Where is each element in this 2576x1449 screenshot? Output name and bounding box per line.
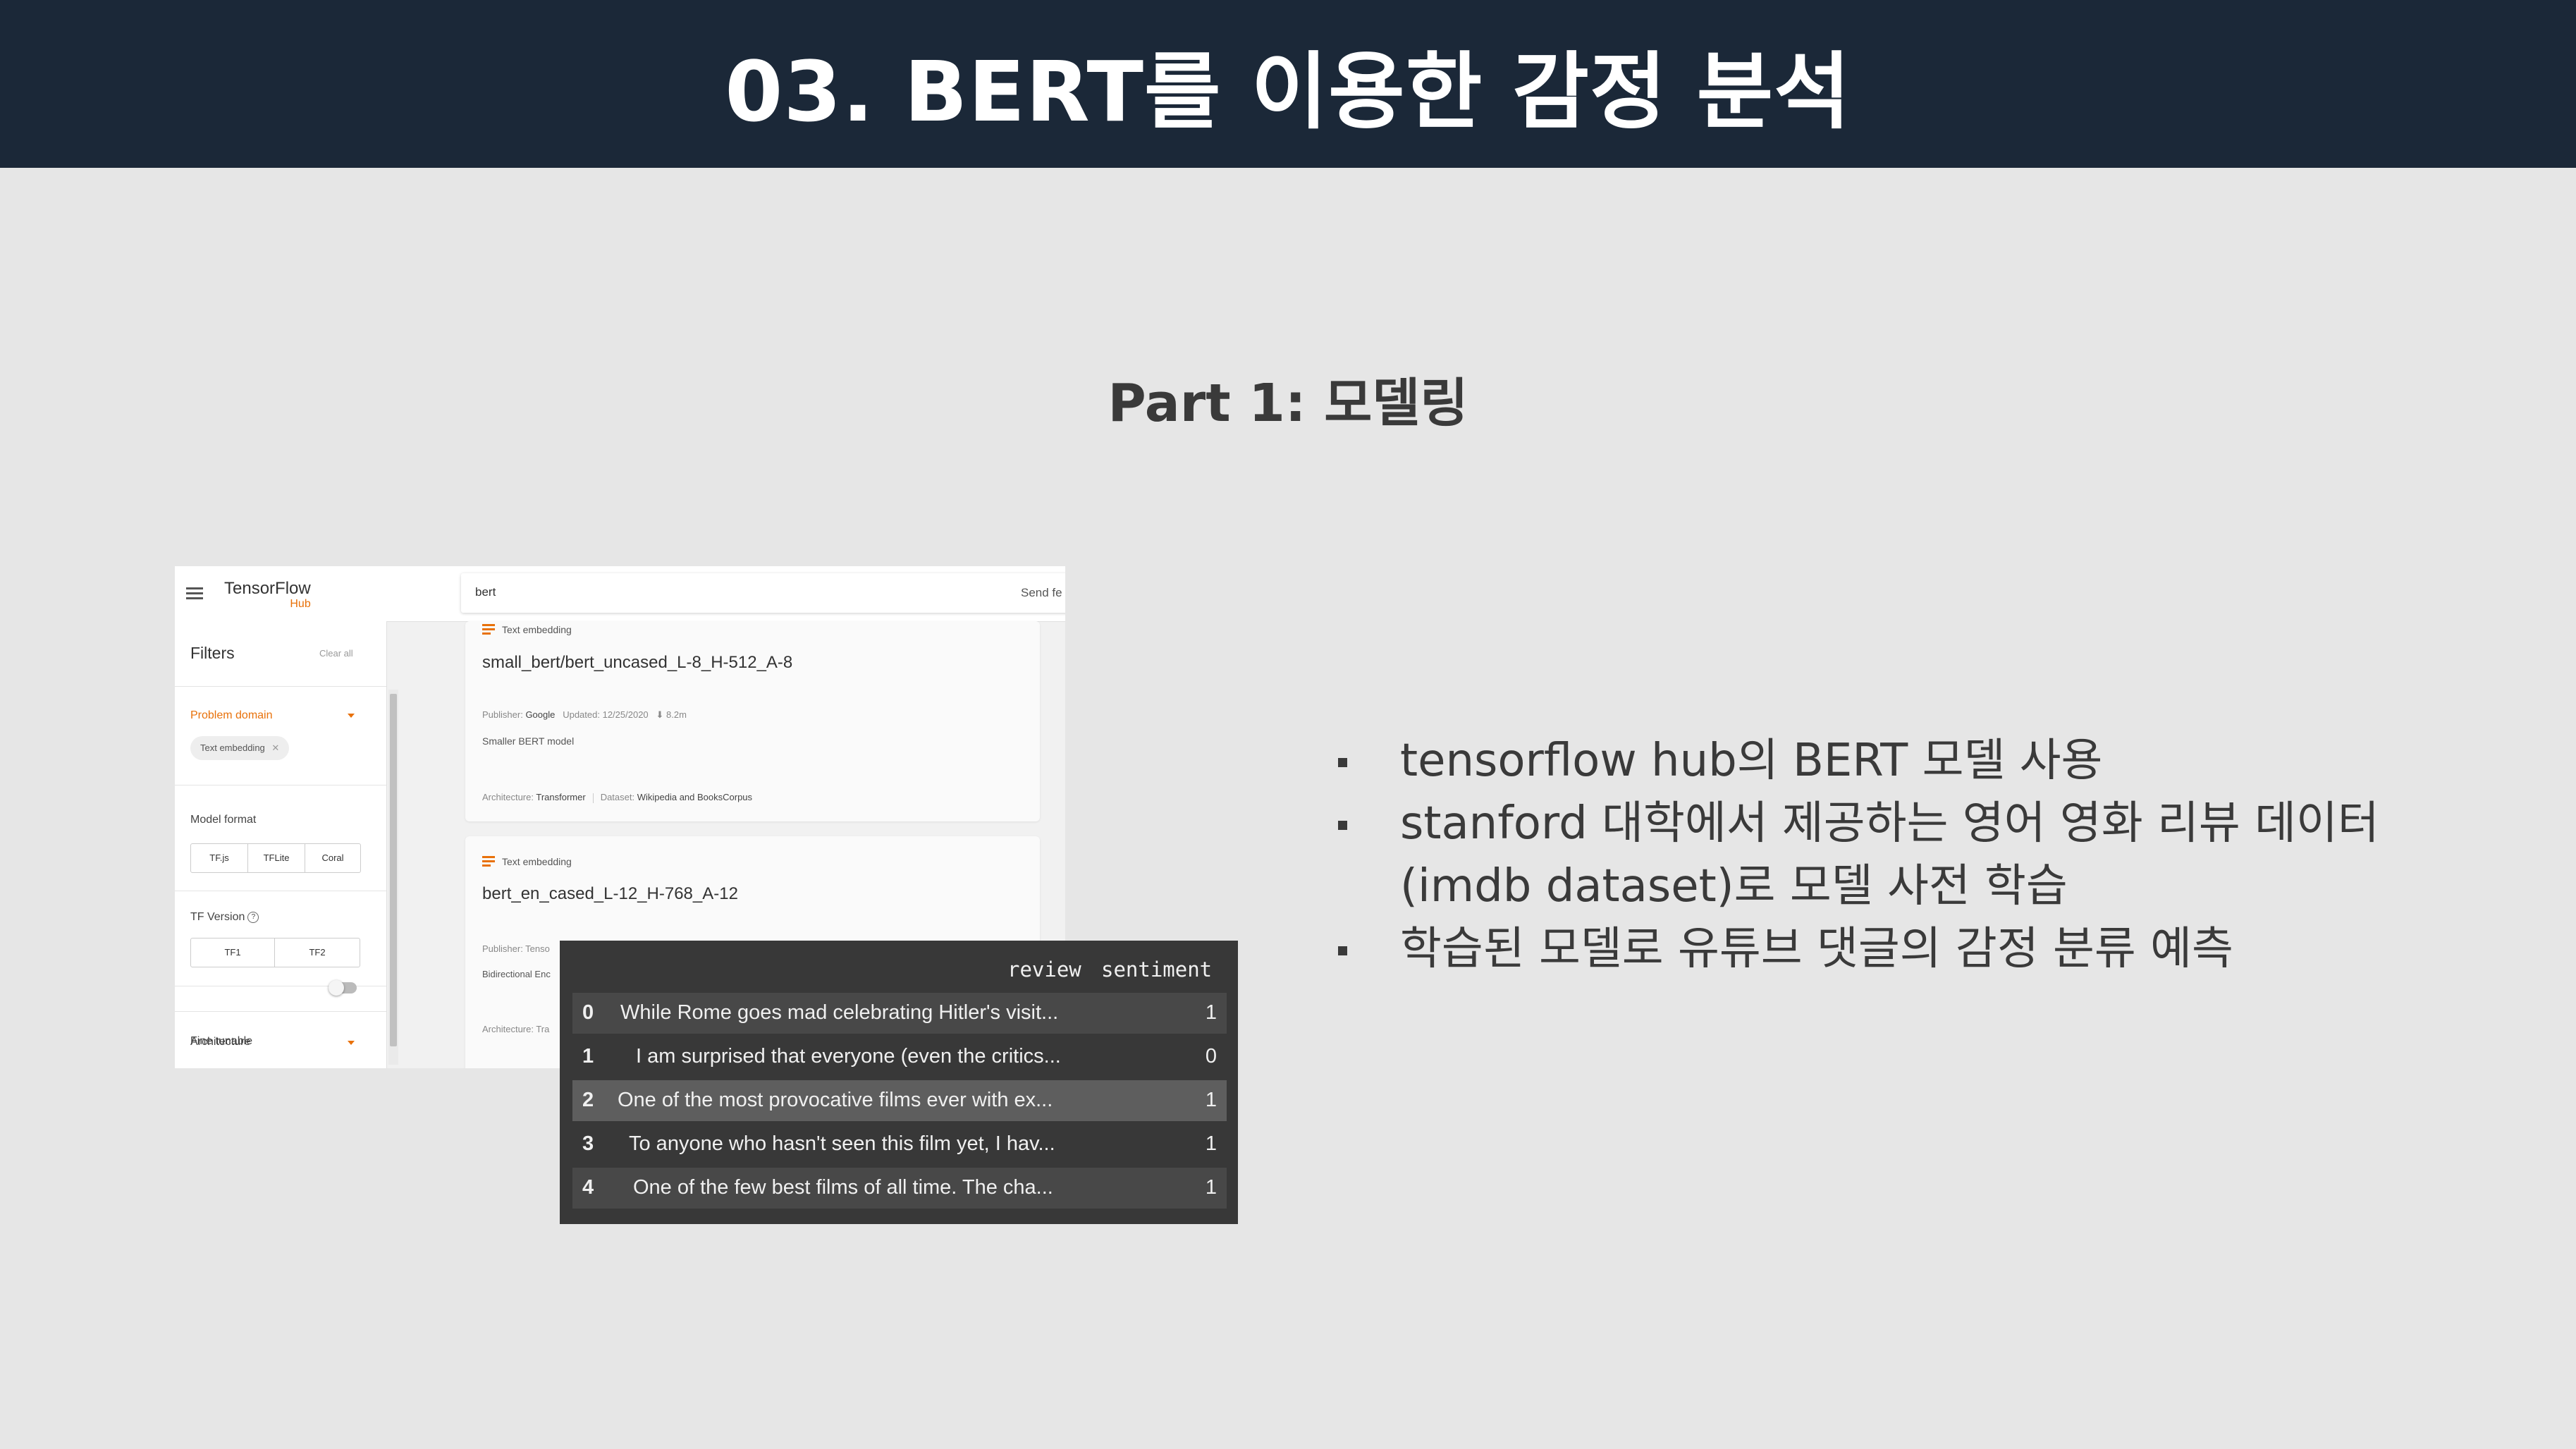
updated-label: Updated:: [563, 709, 600, 720]
bullet-continuation: (imdb dataset)로 모델 사전 학습: [1332, 855, 2531, 918]
sentiment-cell: 1: [1205, 1176, 1217, 1199]
filter-chip[interactable]: Text embedding ✕: [190, 736, 290, 760]
bullet-item: 학습된 모델로 유튜브 댓글의 감정 분류 예측: [1332, 918, 2531, 981]
review-cell: One of the few best films of all time. T…: [633, 1176, 1053, 1199]
row-index: 4: [582, 1176, 594, 1199]
slide-subtitle: Part 1: 모델링: [1108, 373, 1468, 434]
bullet-list: tensorflow hub의 BERT 모델 사용 stanford 대학에서…: [1332, 730, 2531, 981]
card-footer: Architecture: Transformer Dataset: Wikipe…: [482, 792, 752, 803]
bullet-text: 학습된 모델로 유튜브 댓글의 감정 분류 예측: [1400, 923, 2233, 975]
table-row: 0 While Rome goes mad celebrating Hitler…: [572, 993, 1227, 1034]
sidebar-scrollbar[interactable]: [388, 690, 398, 1065]
version-option-tf2[interactable]: TF2: [275, 939, 360, 967]
model-format-toggle: TF.js TFLite Coral: [190, 843, 361, 873]
bullet-marker: [1338, 758, 1347, 767]
column-header-review: review: [1007, 958, 1081, 982]
tf-version-text: TF Version: [190, 911, 245, 923]
card-type: Text embedding: [482, 624, 572, 637]
bullet-marker: [1338, 821, 1347, 830]
row-index: 1: [582, 1045, 594, 1068]
dataframe-output: review sentiment 0 While Rome goes mad c…: [560, 941, 1238, 1224]
card-type-label: Text embedding: [502, 856, 572, 867]
model-title[interactable]: bert_en_cased_L-12_H-768_A-12: [482, 884, 738, 904]
chip-label: Text embedding: [200, 742, 265, 753]
text-embedding-icon: [482, 856, 495, 869]
row-index: 3: [582, 1132, 594, 1155]
filters-heading: Filters: [190, 644, 235, 662]
card-meta: Publisher: Google Updated: 12/25/2020 ⬇ …: [482, 709, 687, 721]
publisher-value: Google: [525, 709, 556, 720]
tfhub-logo[interactable]: TensorFlow Hub: [224, 580, 311, 610]
architecture-label: Architecture:: [482, 792, 534, 802]
scrollbar-thumb[interactable]: [390, 694, 397, 1046]
help-icon[interactable]: ?: [247, 911, 259, 923]
dataset-label: Dataset:: [600, 792, 635, 802]
filters-sidebar: Filters Clear all Problem domain Text em…: [175, 621, 387, 1068]
send-feedback-link[interactable]: Send fe: [1021, 586, 1062, 600]
logo-subtext: Hub: [290, 598, 311, 610]
download-icon: ⬇: [656, 709, 664, 720]
row-index: 0: [582, 1001, 594, 1024]
chevron-down-icon[interactable]: [348, 1041, 355, 1045]
card-type-label: Text embedding: [502, 624, 572, 635]
bullet-item: stanford 대학에서 제공하는 영어 영화 리뷰 데이터: [1332, 793, 2531, 855]
divider: [175, 686, 386, 687]
search-box[interactable]: bert: [461, 573, 1065, 613]
review-cell: To anyone who hasn't seen this film yet,…: [629, 1132, 1055, 1155]
table-row: 3 To anyone who hasn't seen this film ye…: [572, 1124, 1227, 1165]
card-type: Text embedding: [482, 856, 572, 869]
slide-header: 03. BERT를 이용한 감정 분석: [0, 0, 2576, 168]
slide-title: 03. BERT를 이용한 감정 분석: [725, 42, 1851, 140]
version-option-tf1[interactable]: TF1: [191, 939, 275, 967]
tfhub-topbar: TensorFlow Hub bert Send fe: [175, 566, 1065, 622]
bullet-text: stanford 대학에서 제공하는 영어 영화 리뷰 데이터: [1400, 797, 2379, 850]
format-option-coral[interactable]: Coral: [305, 844, 360, 872]
close-icon[interactable]: ✕: [271, 742, 279, 753]
bullet-item: tensorflow hub의 BERT 모델 사용: [1332, 730, 2531, 793]
tf-version-toggle: TF1 TF2: [190, 938, 360, 967]
tf-version-label: TF Version?: [190, 911, 259, 924]
table-row: 4 One of the few best films of all time.…: [572, 1168, 1227, 1209]
clear-all-button[interactable]: Clear all: [319, 648, 353, 659]
review-cell: I am surprised that everyone (even the c…: [636, 1045, 1061, 1068]
search-input[interactable]: bert: [475, 585, 496, 599]
model-description: Bidirectional Enc: [482, 969, 551, 979]
format-option-tfjs[interactable]: TF.js: [191, 844, 248, 872]
model-format-label: Model format: [190, 814, 257, 826]
problem-domain-filter[interactable]: Problem domain: [190, 709, 273, 722]
column-header-sentiment: sentiment: [1101, 958, 1213, 982]
dataset-value: Wikipedia and BooksCorpus: [637, 792, 753, 802]
divider: [175, 1011, 386, 1012]
architecture-value: Transformer: [536, 792, 586, 802]
updated-value: 12/25/2020: [602, 709, 649, 720]
sentiment-cell: 1: [1205, 1132, 1217, 1155]
row-index: 2: [582, 1089, 594, 1111]
menu-icon[interactable]: [186, 587, 203, 600]
sentiment-cell: 0: [1205, 1045, 1217, 1068]
publisher-meta: Publisher: Tenso: [482, 943, 550, 954]
download-count: 8.2m: [666, 709, 687, 720]
bullet-marker: [1338, 946, 1347, 955]
publisher-label: Publisher:: [482, 709, 523, 720]
model-title[interactable]: small_bert/bert_uncased_L-8_H-512_A-8: [482, 653, 792, 673]
architecture-filter[interactable]: Architecture: [190, 1036, 250, 1048]
sentiment-cell: 1: [1205, 1001, 1217, 1024]
text-embedding-icon: [482, 624, 495, 637]
table-row: 1 I am surprised that everyone (even the…: [572, 1037, 1227, 1077]
logo-text: TensorFlow: [224, 579, 311, 598]
fine-tunable-toggle[interactable]: [329, 980, 357, 996]
review-cell: One of the most provocative films ever w…: [618, 1089, 1053, 1111]
format-option-tflite[interactable]: TFLite: [248, 844, 305, 872]
model-card[interactable]: Text embedding small_bert/bert_uncased_L…: [465, 621, 1040, 821]
bullet-text: tensorflow hub의 BERT 모델 사용: [1400, 735, 2103, 787]
model-description: Smaller BERT model: [482, 735, 575, 747]
chevron-down-icon[interactable]: [348, 714, 355, 718]
bullet-text: (imdb dataset)로 모델 사전 학습: [1400, 860, 2068, 912]
review-cell: While Rome goes mad celebrating Hitler's…: [620, 1001, 1059, 1024]
table-row: 2 One of the most provocative films ever…: [572, 1080, 1227, 1121]
sentiment-cell: 1: [1205, 1089, 1217, 1111]
card-footer: Architecture: Tra: [482, 1024, 550, 1034]
